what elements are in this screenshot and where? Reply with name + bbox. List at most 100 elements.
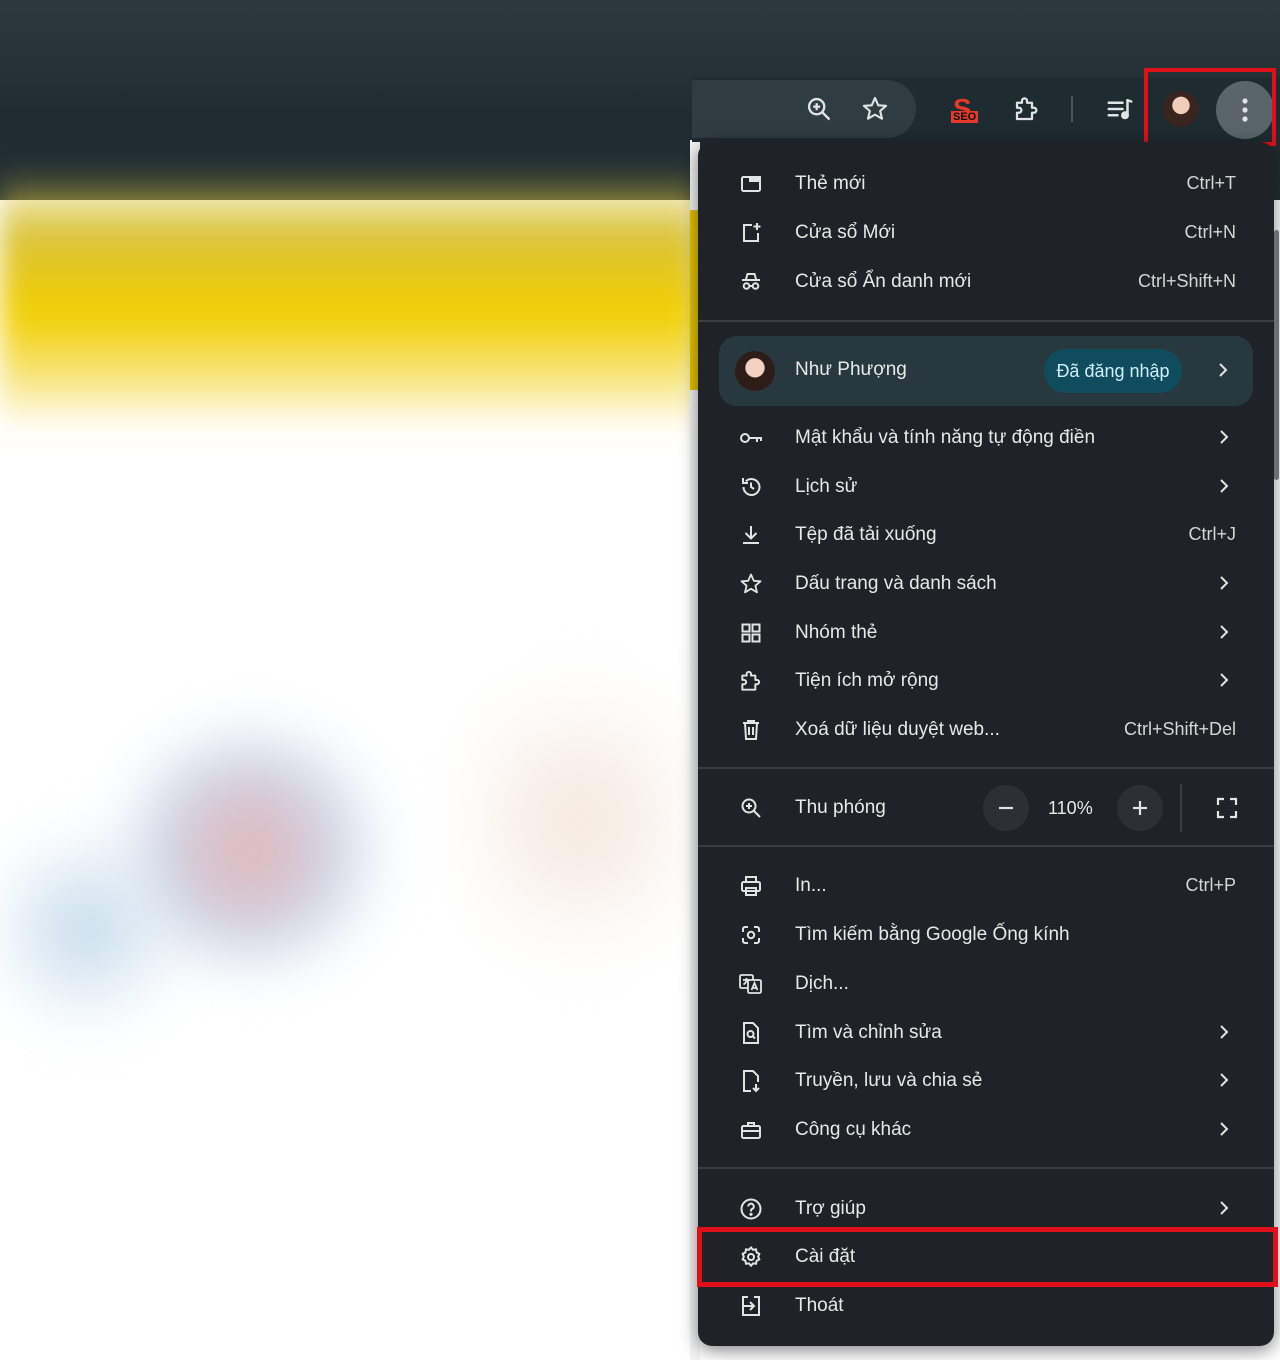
menu-item-history[interactable]: Lịch sử: [698, 462, 1274, 511]
menu-item-label: Lịch sử: [795, 475, 858, 497]
menu-item-new-tab[interactable]: Thẻ mới Ctrl+T: [698, 159, 1274, 208]
menu-item-label: Tệp đã tải xuống: [795, 523, 937, 545]
menu-item-label: Cửa sổ Mới: [795, 221, 896, 243]
menu-item-passwords[interactable]: Mật khẩu và tính năng tự động điền: [698, 413, 1274, 462]
menu-item-bookmarks[interactable]: Dấu trang và danh sách: [698, 559, 1274, 608]
menu-item-shortcut: Ctrl+T: [1186, 173, 1237, 193]
menu-item-shortcut: Ctrl+Shift+Del: [1123, 719, 1236, 739]
menu-item-label: Cửa sổ Ẩn danh mới: [795, 270, 972, 292]
chevron-right-icon: [1214, 573, 1234, 593]
menu-item-label: Tìm kiếm bằng Google Ống kính: [795, 923, 1070, 945]
seo-badge-text: SEO: [951, 111, 979, 123]
zoom-icon: [738, 795, 764, 821]
menu-item-label: Mật khẩu và tính năng tự động điền: [795, 426, 1096, 448]
chrome-main-menu: Thẻ mới Ctrl+T Cửa sổ Mới Ctrl+N Cửa sổ …: [698, 142, 1274, 1346]
zoom-icon[interactable]: [799, 89, 839, 129]
printer-icon: [738, 873, 764, 899]
tab-groups-icon: [738, 620, 764, 646]
menu-item-shortcut: Ctrl+J: [1188, 524, 1236, 544]
chevron-right-icon: [1213, 360, 1233, 380]
menu-item-clear-data[interactable]: Xoá dữ liệu duyệt web... Ctrl+Shift+Del: [698, 705, 1274, 754]
profile-avatar: [735, 351, 775, 391]
exit-icon: [738, 1293, 764, 1319]
incognito-icon: [738, 269, 764, 295]
zoom-level: 110%: [1048, 797, 1093, 818]
menu-item-label: Tìm và chỉnh sửa: [795, 1021, 942, 1043]
help-icon: [738, 1196, 764, 1222]
menu-item-label: Trợ giúp: [795, 1197, 866, 1219]
chevron-right-icon: [1214, 670, 1234, 690]
trash-icon: [738, 717, 764, 743]
menu-item-tab-groups[interactable]: Nhóm thẻ: [698, 608, 1274, 657]
find-page-icon: [738, 1020, 764, 1046]
menu-item-label: Xoá dữ liệu duyệt web...: [795, 718, 1000, 740]
zoom-out-button[interactable]: [983, 785, 1029, 831]
seo-extension-icon[interactable]: S SEO: [943, 89, 983, 129]
translate-icon: [738, 971, 764, 997]
menu-item-shortcut: Ctrl+N: [1184, 222, 1236, 242]
toolbar-separator: [1071, 96, 1073, 122]
menu-item-profile[interactable]: Như Phượng Đã đăng nhập: [719, 336, 1253, 406]
menu-item-label: Dịch...: [795, 972, 849, 994]
save-share-icon: [738, 1068, 764, 1094]
menu-item-print[interactable]: In... Ctrl+P: [698, 861, 1274, 910]
menu-item-exit[interactable]: Thoát: [698, 1281, 1274, 1330]
chevron-right-icon: [1214, 1119, 1234, 1139]
menu-divider: [698, 845, 1274, 847]
menu-divider: [698, 320, 1274, 322]
new-window-icon: [738, 220, 764, 246]
menu-item-more-tools[interactable]: Công cụ khác: [698, 1105, 1274, 1154]
chevron-right-icon: [1214, 1022, 1234, 1042]
extensions-puzzle-icon[interactable]: [1007, 89, 1047, 129]
chevron-right-icon: [1214, 476, 1234, 496]
menu-item-incognito[interactable]: Cửa sổ Ẩn danh mới Ctrl+Shift+N: [698, 257, 1274, 306]
bookmark-star-icon[interactable]: [855, 89, 895, 129]
chevron-right-icon: [1214, 1198, 1234, 1218]
menu-item-extensions[interactable]: Tiện ích mở rộng: [698, 656, 1274, 705]
menu-divider: [698, 1167, 1274, 1169]
history-icon: [738, 474, 764, 500]
menu-item-downloads[interactable]: Tệp đã tải xuống Ctrl+J: [698, 510, 1274, 559]
chevron-right-icon: [1214, 427, 1234, 447]
menu-item-shortcut: Ctrl+P: [1185, 875, 1236, 895]
menu-item-cast-save-share[interactable]: Truyền, lưu và chia sẻ: [698, 1056, 1274, 1105]
chevron-right-icon: [1214, 1070, 1234, 1090]
menu-item-help[interactable]: Trợ giúp: [698, 1184, 1274, 1233]
blurred-page-banner: [0, 170, 700, 430]
menu-item-label: Nhóm thẻ: [795, 621, 878, 643]
menu-divider: [698, 767, 1274, 769]
menu-item-translate[interactable]: Dịch...: [698, 959, 1274, 1008]
reading-list-icon[interactable]: [1100, 89, 1140, 129]
highlight-annotation-menu: [1144, 68, 1276, 146]
menu-item-google-lens[interactable]: Tìm kiếm bằng Google Ống kính: [698, 910, 1274, 959]
profile-name: Như Phượng: [795, 359, 907, 380]
new-tab-icon: [738, 171, 764, 197]
star-icon: [738, 571, 764, 597]
menu-item-label: Tiện ích mở rộng: [795, 669, 939, 691]
blurred-page-content: [480, 640, 680, 1000]
zoom-in-button[interactable]: [1117, 785, 1163, 831]
menu-item-label: Truyền, lưu và chia sẻ: [795, 1069, 983, 1091]
toolbox-icon: [738, 1117, 764, 1143]
key-icon: [738, 425, 764, 451]
menu-item-label: Thẻ mới: [795, 172, 866, 194]
signed-in-badge: Đã đăng nhập: [1044, 349, 1182, 393]
fullscreen-icon[interactable]: [1204, 785, 1250, 831]
chevron-right-icon: [1214, 622, 1234, 642]
menu-item-label: In...: [795, 874, 827, 896]
blurred-page-content: [0, 820, 170, 1040]
menu-item-new-window[interactable]: Cửa sổ Mới Ctrl+N: [698, 208, 1274, 257]
menu-item-label: Công cụ khác: [795, 1118, 912, 1140]
lens-icon: [738, 922, 764, 948]
extensions-puzzle-icon: [738, 668, 764, 694]
menu-item-label: Dấu trang và danh sách: [795, 572, 997, 594]
menu-item-label: Thoát: [795, 1294, 844, 1316]
menu-item-find-edit[interactable]: Tìm và chỉnh sửa: [698, 1008, 1274, 1057]
menu-item-label: Thu phóng: [795, 797, 886, 818]
download-icon: [738, 522, 764, 548]
highlight-annotation-settings: [697, 1227, 1278, 1287]
menu-scrollbar[interactable]: [1274, 230, 1279, 480]
menu-item-shortcut: Ctrl+Shift+N: [1137, 271, 1236, 291]
zoom-separator: [1180, 784, 1182, 832]
menu-item-zoom: Thu phóng 110%: [698, 783, 1274, 833]
